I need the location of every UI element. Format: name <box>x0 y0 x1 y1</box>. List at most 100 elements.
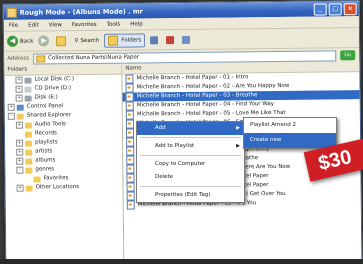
forward-arrow-icon: ▶ <box>38 35 50 47</box>
audio-file-icon <box>125 92 134 102</box>
expand-icon[interactable]: + <box>16 139 24 147</box>
expand-icon[interactable]: + <box>7 103 15 111</box>
menu-separator <box>140 186 241 187</box>
submenu-item[interactable]: Create new <box>244 133 336 148</box>
menu-file[interactable]: File <box>9 22 18 28</box>
audio-file-icon <box>126 164 135 174</box>
up-folder-button[interactable] <box>56 35 69 46</box>
views-button[interactable] <box>182 35 193 44</box>
audio-file-icon <box>125 83 134 93</box>
folder-tree-label: CD Drive (D:) <box>34 85 72 92</box>
context-menu-item[interactable]: Delete <box>137 171 244 184</box>
audio-file-icon <box>126 182 135 192</box>
expand-icon[interactable]: + <box>15 94 23 102</box>
folder-icon <box>36 54 46 63</box>
audio-file-icon <box>126 146 135 156</box>
folder-tree-label: playlists <box>35 139 58 146</box>
audio-file-icon <box>126 137 135 147</box>
close-button[interactable]: × <box>343 2 357 15</box>
folder-icon <box>24 131 33 138</box>
expand-icon[interactable]: + <box>15 76 23 84</box>
folder-tree-item[interactable]: + Other Locations <box>6 183 123 193</box>
address-label: Address <box>7 55 30 62</box>
context-menu-label: Copy to Computer <box>155 161 206 167</box>
menu-separator <box>140 155 241 156</box>
folder-icon <box>24 77 32 84</box>
folder-tree-label: albums <box>35 157 56 164</box>
views-icon <box>182 35 191 44</box>
context-menu-label: Add to Playlist <box>155 143 195 149</box>
search-icon: ⚲ <box>74 37 79 44</box>
expand-icon[interactable]: + <box>16 184 24 192</box>
folder-tree-label: artists <box>35 148 53 155</box>
add-submenu: Playlist Amend 2 Create new <box>243 117 337 149</box>
context-menu-label: Add <box>155 125 166 131</box>
audio-file-icon <box>126 173 135 183</box>
back-label: Back <box>20 38 34 45</box>
back-button[interactable]: ◀ Back <box>6 35 34 47</box>
context-menu-label: Delete <box>155 174 174 180</box>
expand-icon[interactable]: + <box>16 157 24 165</box>
forward-button[interactable]: ▶ <box>38 35 51 47</box>
folder-icon <box>25 140 33 147</box>
folder-tree-label: Favorites <box>43 175 69 182</box>
folder-icon <box>24 95 32 102</box>
audio-file-icon <box>125 128 135 138</box>
folder-icon <box>25 149 33 156</box>
folder-icon <box>25 185 33 192</box>
desk-edge <box>0 259 363 264</box>
maximize-button[interactable]: □ <box>328 2 342 15</box>
move-to-icon <box>150 35 159 44</box>
context-menu-label: Properties (Edit Tag) <box>155 192 211 198</box>
menu-tools[interactable]: Tools <box>107 21 121 27</box>
menu-help[interactable]: Help <box>130 21 143 27</box>
audio-file-icon <box>125 119 134 129</box>
delete-button[interactable] <box>166 35 177 44</box>
expand-icon[interactable]: + <box>15 85 23 93</box>
folder-tree-label: Disk (E:) <box>34 94 58 101</box>
minimize-button[interactable]: _ <box>313 2 327 16</box>
folder-tree-label: Control Panel <box>26 103 64 110</box>
collapse-icon[interactable]: - <box>16 166 24 174</box>
folder-icon <box>24 86 32 93</box>
menu-edit[interactable]: Edit <box>28 22 39 28</box>
context-menu-item[interactable]: Copy to Computer <box>137 158 244 171</box>
folder-icon <box>16 104 24 111</box>
folder-tree-label: Shared Explorer <box>26 112 71 119</box>
folder-icon <box>33 175 41 183</box>
folders-button[interactable]: Folders <box>104 32 146 48</box>
audio-file-icon <box>126 155 135 165</box>
context-menu-item[interactable]: Add to Playlist ▶ <box>137 140 244 153</box>
folder-tree-label: Other Locations <box>35 184 80 191</box>
folder-tree-label: genres <box>35 166 55 173</box>
search-button[interactable]: ⚲ Search <box>74 37 99 43</box>
submenu-item[interactable]: Playlist Amend 2 <box>244 118 336 133</box>
expand-icon[interactable]: + <box>16 148 24 156</box>
submenu-arrow-icon: ▶ <box>236 143 240 149</box>
collapse-icon[interactable]: - <box>7 112 15 120</box>
folder-tree: + Local Disk (C:) + CD Drive (D:) + Disk (E:)… <box>4 75 122 193</box>
expand-icon[interactable]: + <box>15 121 23 129</box>
submenu-arrow-icon: ▶ <box>236 125 240 131</box>
back-arrow-icon: ◀ <box>6 35 19 47</box>
move-to-button[interactable] <box>150 35 161 44</box>
menu-separator <box>140 137 241 138</box>
folder-tree-label: Records <box>34 130 57 137</box>
menu-view[interactable]: View <box>49 22 62 28</box>
folder-icon <box>16 113 24 120</box>
folders-pane: Folders + Local Disk (C:) + CD Drive (D:) + D… <box>4 64 125 263</box>
audio-file-icon <box>126 191 135 201</box>
folder-icon <box>24 122 32 129</box>
go-button[interactable]: Go <box>340 50 356 61</box>
audio-file-icon <box>126 200 135 210</box>
context-menu-item[interactable]: Add ▶ <box>137 122 244 135</box>
context-menu: Add ▶ Add to Playlist ▶ Copy to Computer Dele… <box>136 121 245 203</box>
context-menu-item[interactable]: Properties (Edit Tag) <box>137 189 244 202</box>
window-title: Rough Mode - (Albuns Mode) . mr <box>19 6 143 17</box>
up-folder-icon <box>56 35 67 46</box>
folders-icon <box>108 35 119 46</box>
app-icon <box>6 7 17 18</box>
folders-label: Folders <box>121 36 142 44</box>
audio-file-icon <box>125 110 134 120</box>
menu-favorites[interactable]: Favorites <box>72 21 97 27</box>
